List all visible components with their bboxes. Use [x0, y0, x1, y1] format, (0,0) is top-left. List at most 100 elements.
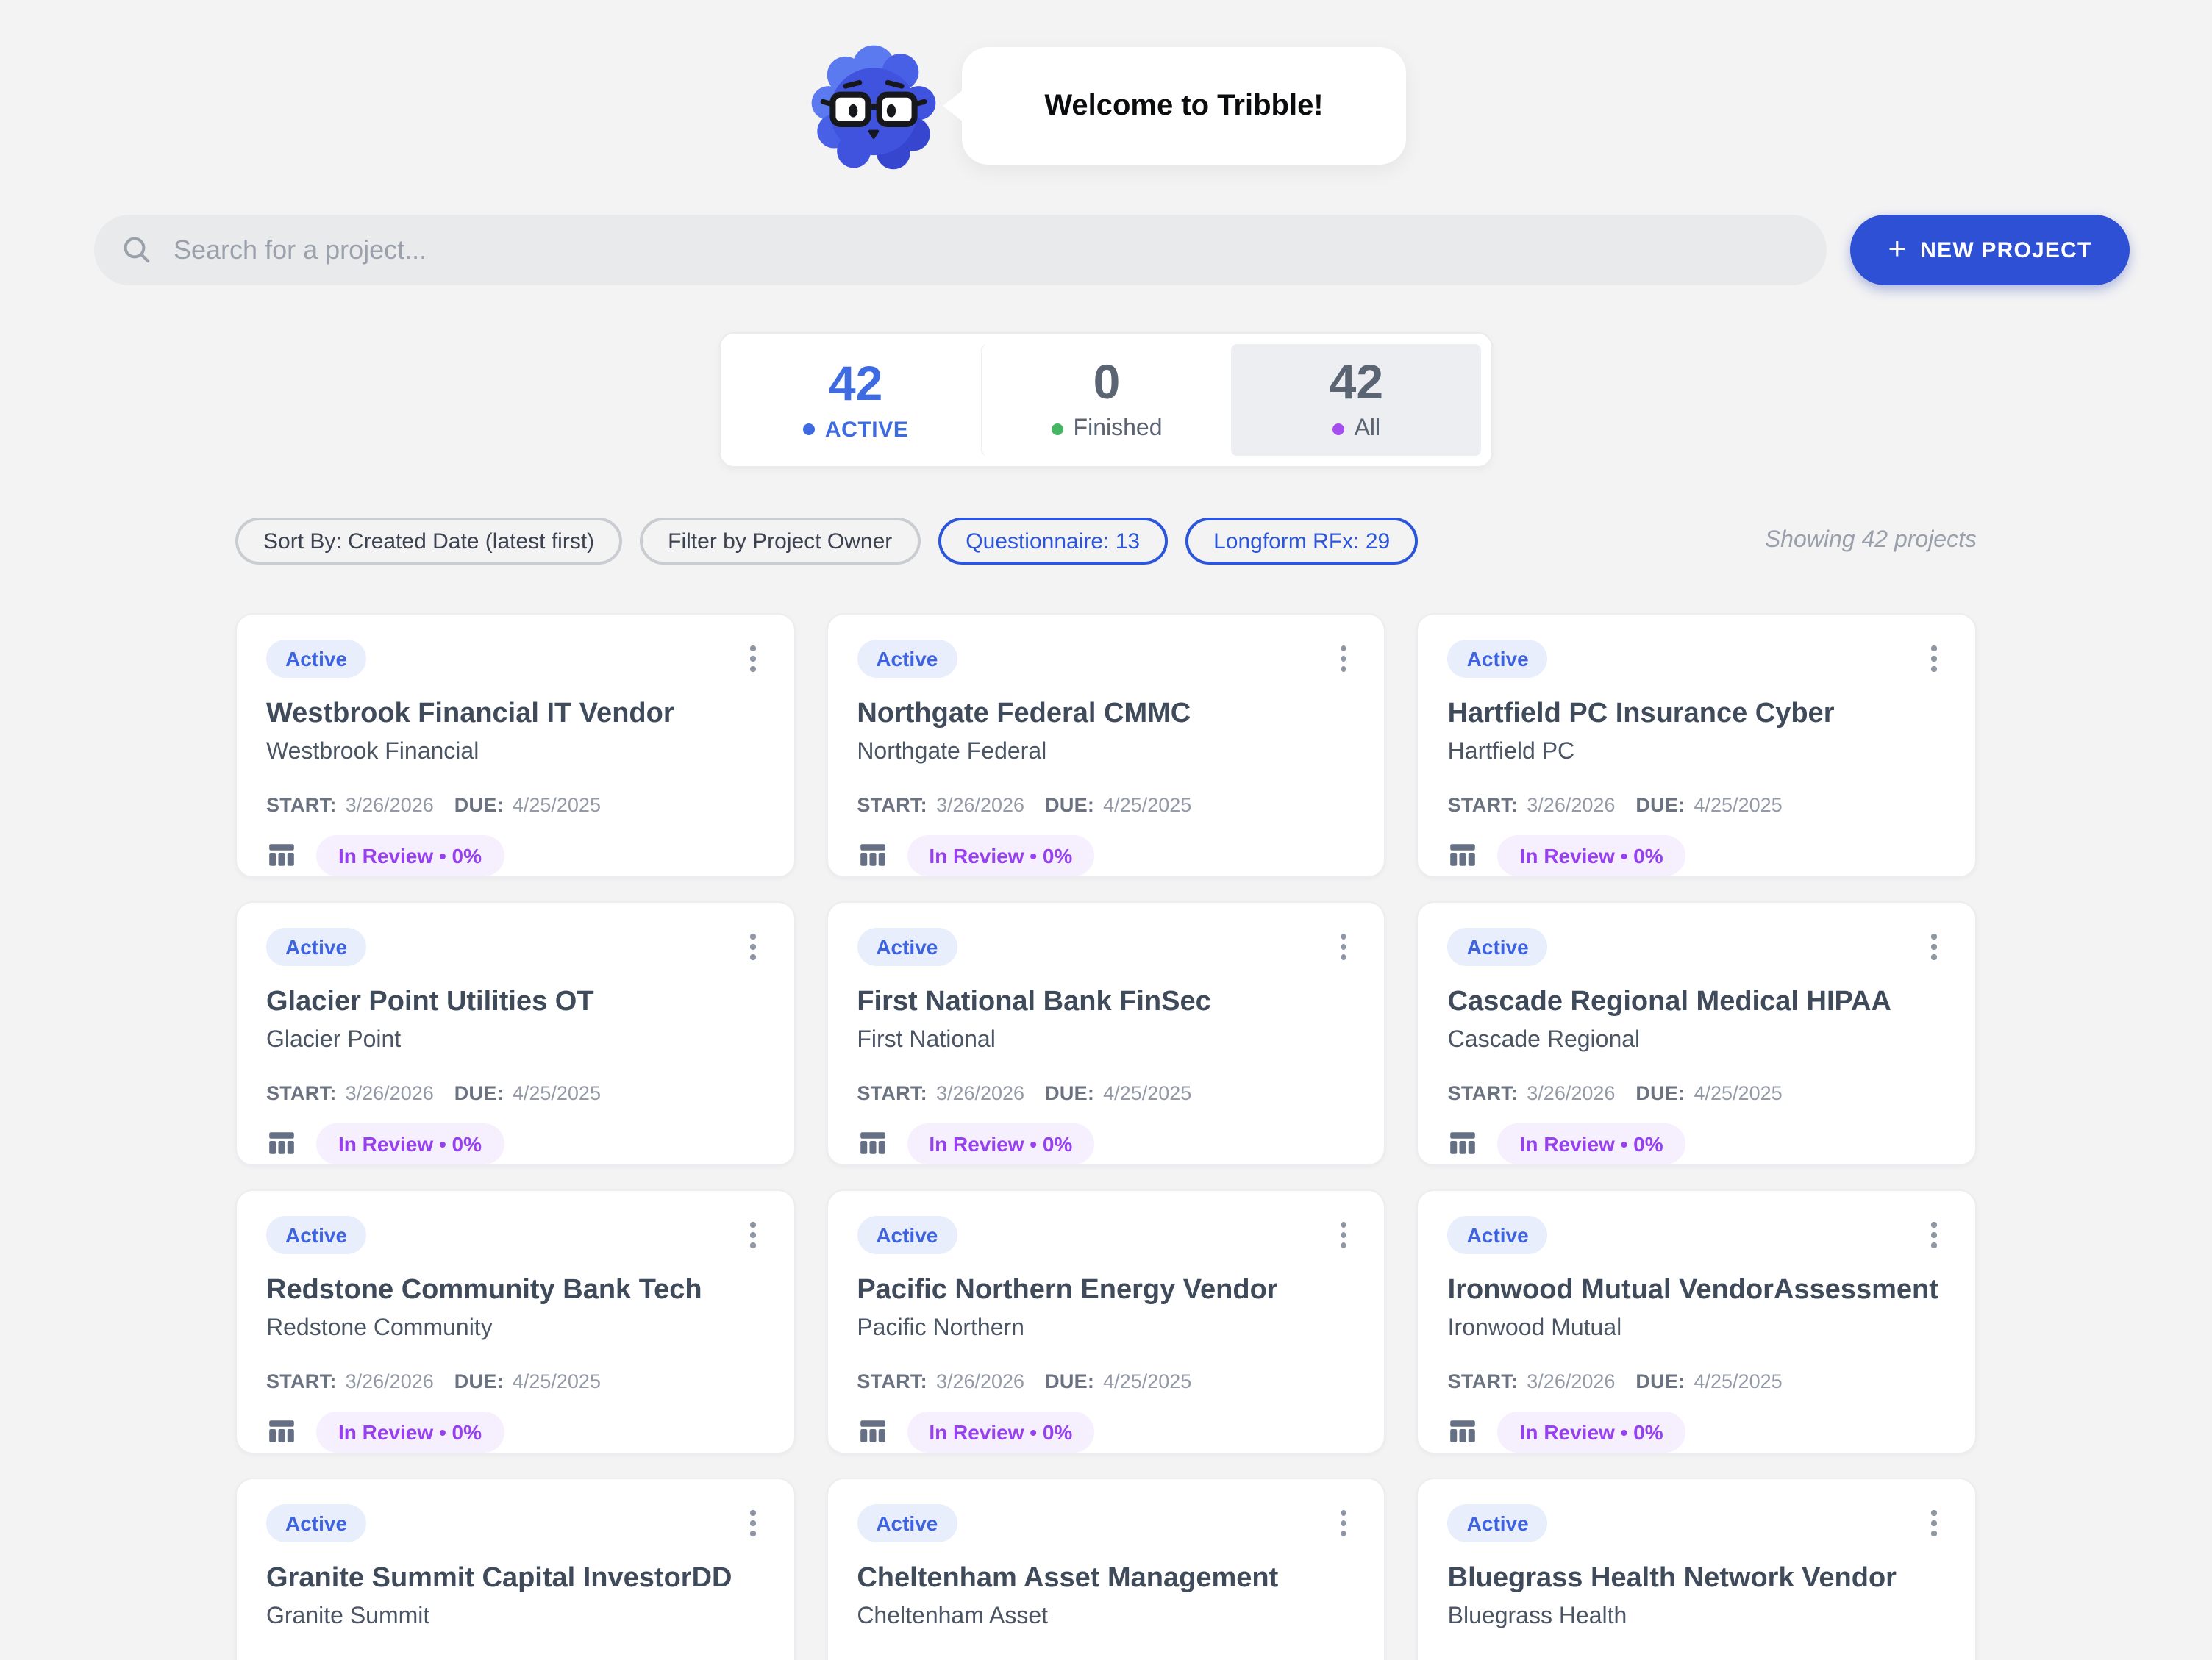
table-icon: [266, 840, 297, 871]
kebab-menu-icon[interactable]: [741, 928, 764, 965]
due-date: 4/25/2025: [1103, 1370, 1191, 1392]
kebab-menu-icon[interactable]: [1332, 1216, 1355, 1253]
kebab-menu-icon[interactable]: [1332, 640, 1355, 677]
table-icon: [266, 1128, 297, 1159]
project-card[interactable]: Active Redstone Community Bank Tech Reds…: [235, 1189, 795, 1454]
due-label: DUE:: [1045, 794, 1094, 816]
due-label: DUE:: [1635, 1082, 1685, 1104]
status-badge: Active: [857, 1216, 957, 1254]
project-card[interactable]: Active Northgate Federal CMMC Northgate …: [826, 613, 1385, 878]
status-badge: Active: [266, 1216, 366, 1254]
status-badge: Active: [1448, 1504, 1548, 1542]
kebab-menu-icon[interactable]: [741, 1504, 764, 1542]
due-date: 4/25/2025: [1103, 794, 1191, 816]
project-owner: Northgate Federal: [857, 740, 1355, 766]
project-title: Hartfield PC Insurance Cyber: [1448, 697, 1946, 732]
project-dates: START: 3/26/2026 DUE: 4/25/2025: [1448, 1370, 1946, 1392]
project-owner: Redstone Community: [266, 1316, 764, 1342]
project-title: Pacific Northern Energy Vendor: [857, 1273, 1355, 1309]
search-box[interactable]: [94, 215, 1827, 285]
table-icon: [857, 840, 888, 871]
new-project-button[interactable]: + NEW PROJECT: [1850, 215, 2130, 285]
kebab-menu-icon[interactable]: [1923, 1504, 1946, 1542]
review-progress-pill: In Review • 0%: [907, 835, 1094, 876]
due-label: DUE:: [1045, 1082, 1094, 1104]
start-date: 3/26/2026: [936, 1370, 1024, 1392]
project-owner: Westbrook Financial: [266, 740, 764, 766]
start-date: 3/26/2026: [1527, 1370, 1615, 1392]
project-card[interactable]: Active Pacific Northern Energy Vendor Pa…: [826, 1189, 1385, 1454]
stat-tab-all[interactable]: 42 All: [1232, 344, 1481, 456]
kebab-menu-icon[interactable]: [1332, 928, 1355, 965]
project-dates: START: 3/26/2026 DUE: 4/25/2025: [857, 1082, 1355, 1104]
due-date: 4/25/2025: [513, 1370, 601, 1392]
table-icon: [857, 1417, 888, 1448]
due-label: DUE:: [454, 1082, 504, 1104]
longform-rfx-count-chip[interactable]: Longform RFx: 29: [1185, 518, 1418, 565]
review-progress-pill: In Review • 0%: [316, 1412, 504, 1453]
project-dates: START: 3/26/2026 DUE: 4/25/2025: [1448, 794, 1946, 816]
kebab-menu-icon[interactable]: [1332, 1504, 1355, 1542]
project-title: Northgate Federal CMMC: [857, 697, 1355, 732]
start-label: START:: [266, 1370, 337, 1392]
project-card[interactable]: Active Glacier Point Utilities OT Glacie…: [235, 901, 795, 1166]
project-owner: Glacier Point: [266, 1028, 764, 1054]
project-owner: Cascade Regional: [1448, 1028, 1946, 1054]
kebab-menu-icon[interactable]: [1923, 1216, 1946, 1253]
kebab-menu-icon[interactable]: [741, 640, 764, 677]
project-card[interactable]: Active Bluegrass Health Network Vendor B…: [1417, 1478, 1977, 1660]
stat-tab-active[interactable]: 42 ACTIVE: [731, 344, 980, 456]
project-card[interactable]: Active Granite Summit Capital InvestorDD…: [235, 1478, 795, 1660]
plus-icon: +: [1888, 233, 1908, 264]
sort-by-chip[interactable]: Sort By: Created Date (latest first): [235, 518, 622, 565]
tribble-mascot-icon: [806, 38, 941, 173]
finished-label: Finished: [1074, 416, 1163, 443]
project-owner: Hartfield PC: [1448, 740, 1946, 766]
project-card[interactable]: Active First National Bank FinSec First …: [826, 901, 1385, 1166]
project-title: Bluegrass Health Network Vendor: [1448, 1561, 1946, 1597]
start-label: START:: [266, 1082, 337, 1104]
toolbar: + NEW PROJECT: [94, 215, 2130, 285]
project-dates: START: 3/26/2026 DUE: 4/25/2025: [266, 794, 764, 816]
status-badge: Active: [266, 1504, 366, 1542]
due-label: DUE:: [454, 794, 504, 816]
status-badge: Active: [1448, 640, 1548, 678]
due-date: 4/25/2025: [1694, 1082, 1783, 1104]
project-card[interactable]: Active Cheltenham Asset Management Chelt…: [826, 1478, 1385, 1660]
review-progress-pill: In Review • 0%: [1498, 1123, 1685, 1164]
showing-projects-text: Showing 42 projects: [1765, 528, 1977, 554]
stat-tab-finished[interactable]: 0 Finished: [980, 344, 1231, 456]
all-label: All: [1355, 416, 1381, 443]
due-label: DUE:: [1045, 1370, 1094, 1392]
status-badge: Active: [266, 640, 366, 678]
review-progress-pill: In Review • 0%: [1498, 835, 1685, 876]
start-label: START:: [266, 794, 337, 816]
kebab-menu-icon[interactable]: [741, 1216, 764, 1253]
questionnaire-count-chip[interactable]: Questionnaire: 13: [938, 518, 1168, 565]
project-stats-card: 42 ACTIVE 0 Finished 42 All: [719, 332, 1493, 468]
filter-owner-chip[interactable]: Filter by Project Owner: [640, 518, 920, 565]
project-card[interactable]: Active Cascade Regional Medical HIPAA Ca…: [1417, 901, 1977, 1166]
active-dot-icon: [803, 423, 815, 435]
welcome-text: Welcome to Tribble!: [1044, 89, 1323, 123]
review-progress-pill: In Review • 0%: [316, 1123, 504, 1164]
project-title: Glacier Point Utilities OT: [266, 985, 764, 1020]
search-input[interactable]: [171, 233, 1800, 267]
project-owner: Pacific Northern: [857, 1316, 1355, 1342]
project-card[interactable]: Active Ironwood Mutual VendorAssessment …: [1417, 1189, 1977, 1454]
project-card[interactable]: Active Hartfield PC Insurance Cyber Hart…: [1417, 613, 1977, 878]
project-title: Redstone Community Bank Tech: [266, 1273, 764, 1309]
due-label: DUE:: [1635, 1370, 1685, 1392]
kebab-menu-icon[interactable]: [1923, 928, 1946, 965]
status-badge: Active: [857, 928, 957, 966]
kebab-menu-icon[interactable]: [1923, 640, 1946, 677]
project-card[interactable]: Active Westbrook Financial IT Vendor Wes…: [235, 613, 795, 878]
project-owner: First National: [857, 1028, 1355, 1054]
project-title: First National Bank FinSec: [857, 985, 1355, 1020]
project-owner: Ironwood Mutual: [1448, 1316, 1946, 1342]
start-date: 3/26/2026: [1527, 1082, 1615, 1104]
project-title: Cheltenham Asset Management: [857, 1561, 1355, 1597]
project-title: Cascade Regional Medical HIPAA: [1448, 985, 1946, 1020]
start-date: 3/26/2026: [936, 794, 1024, 816]
project-dates: START: 3/26/2026 DUE: 4/25/2025: [857, 1370, 1355, 1392]
